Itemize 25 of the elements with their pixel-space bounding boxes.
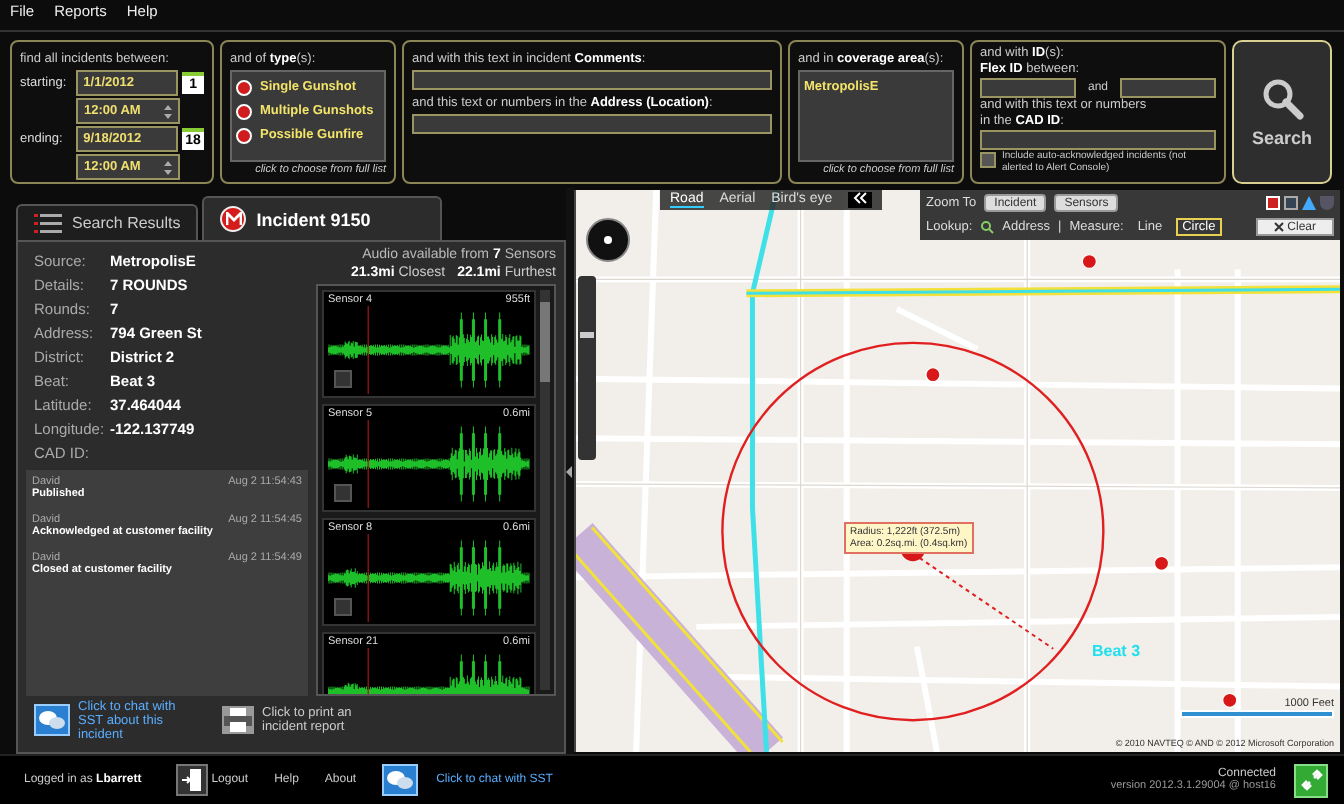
stop-icon[interactable]	[1266, 196, 1280, 210]
list-icon	[34, 213, 62, 233]
printer-icon[interactable]	[222, 706, 254, 734]
comments-field[interactable]	[412, 70, 772, 90]
address-field[interactable]	[412, 114, 772, 134]
tab[interactable]: Search Results	[16, 204, 199, 240]
flex-id-from-field[interactable]	[980, 78, 1076, 98]
spinner-arrows-icon[interactable]	[164, 103, 172, 119]
spinner-arrows-icon[interactable]	[164, 159, 172, 175]
close-icon	[1273, 222, 1284, 232]
search-icon[interactable]	[980, 220, 995, 234]
beat-label: Beat 3	[1092, 642, 1141, 660]
flex-id-to-field[interactable]	[1120, 78, 1217, 98]
search-icon	[1260, 76, 1304, 120]
collapse-icon[interactable]	[848, 192, 873, 208]
checkbox[interactable]	[980, 152, 996, 168]
tab[interactable]: Incident 9150	[202, 196, 443, 240]
logout-icon[interactable]	[175, 764, 208, 796]
chat-icon[interactable]	[382, 764, 419, 796]
incident-badge-icon	[220, 206, 247, 232]
mountain-icon[interactable]	[1302, 196, 1316, 210]
zoom-slider-thumb[interactable]	[580, 331, 594, 338]
search-button[interactable]: Search	[1232, 40, 1332, 184]
connection-icon	[1294, 763, 1328, 797]
cad-id-field[interactable]	[980, 130, 1216, 150]
